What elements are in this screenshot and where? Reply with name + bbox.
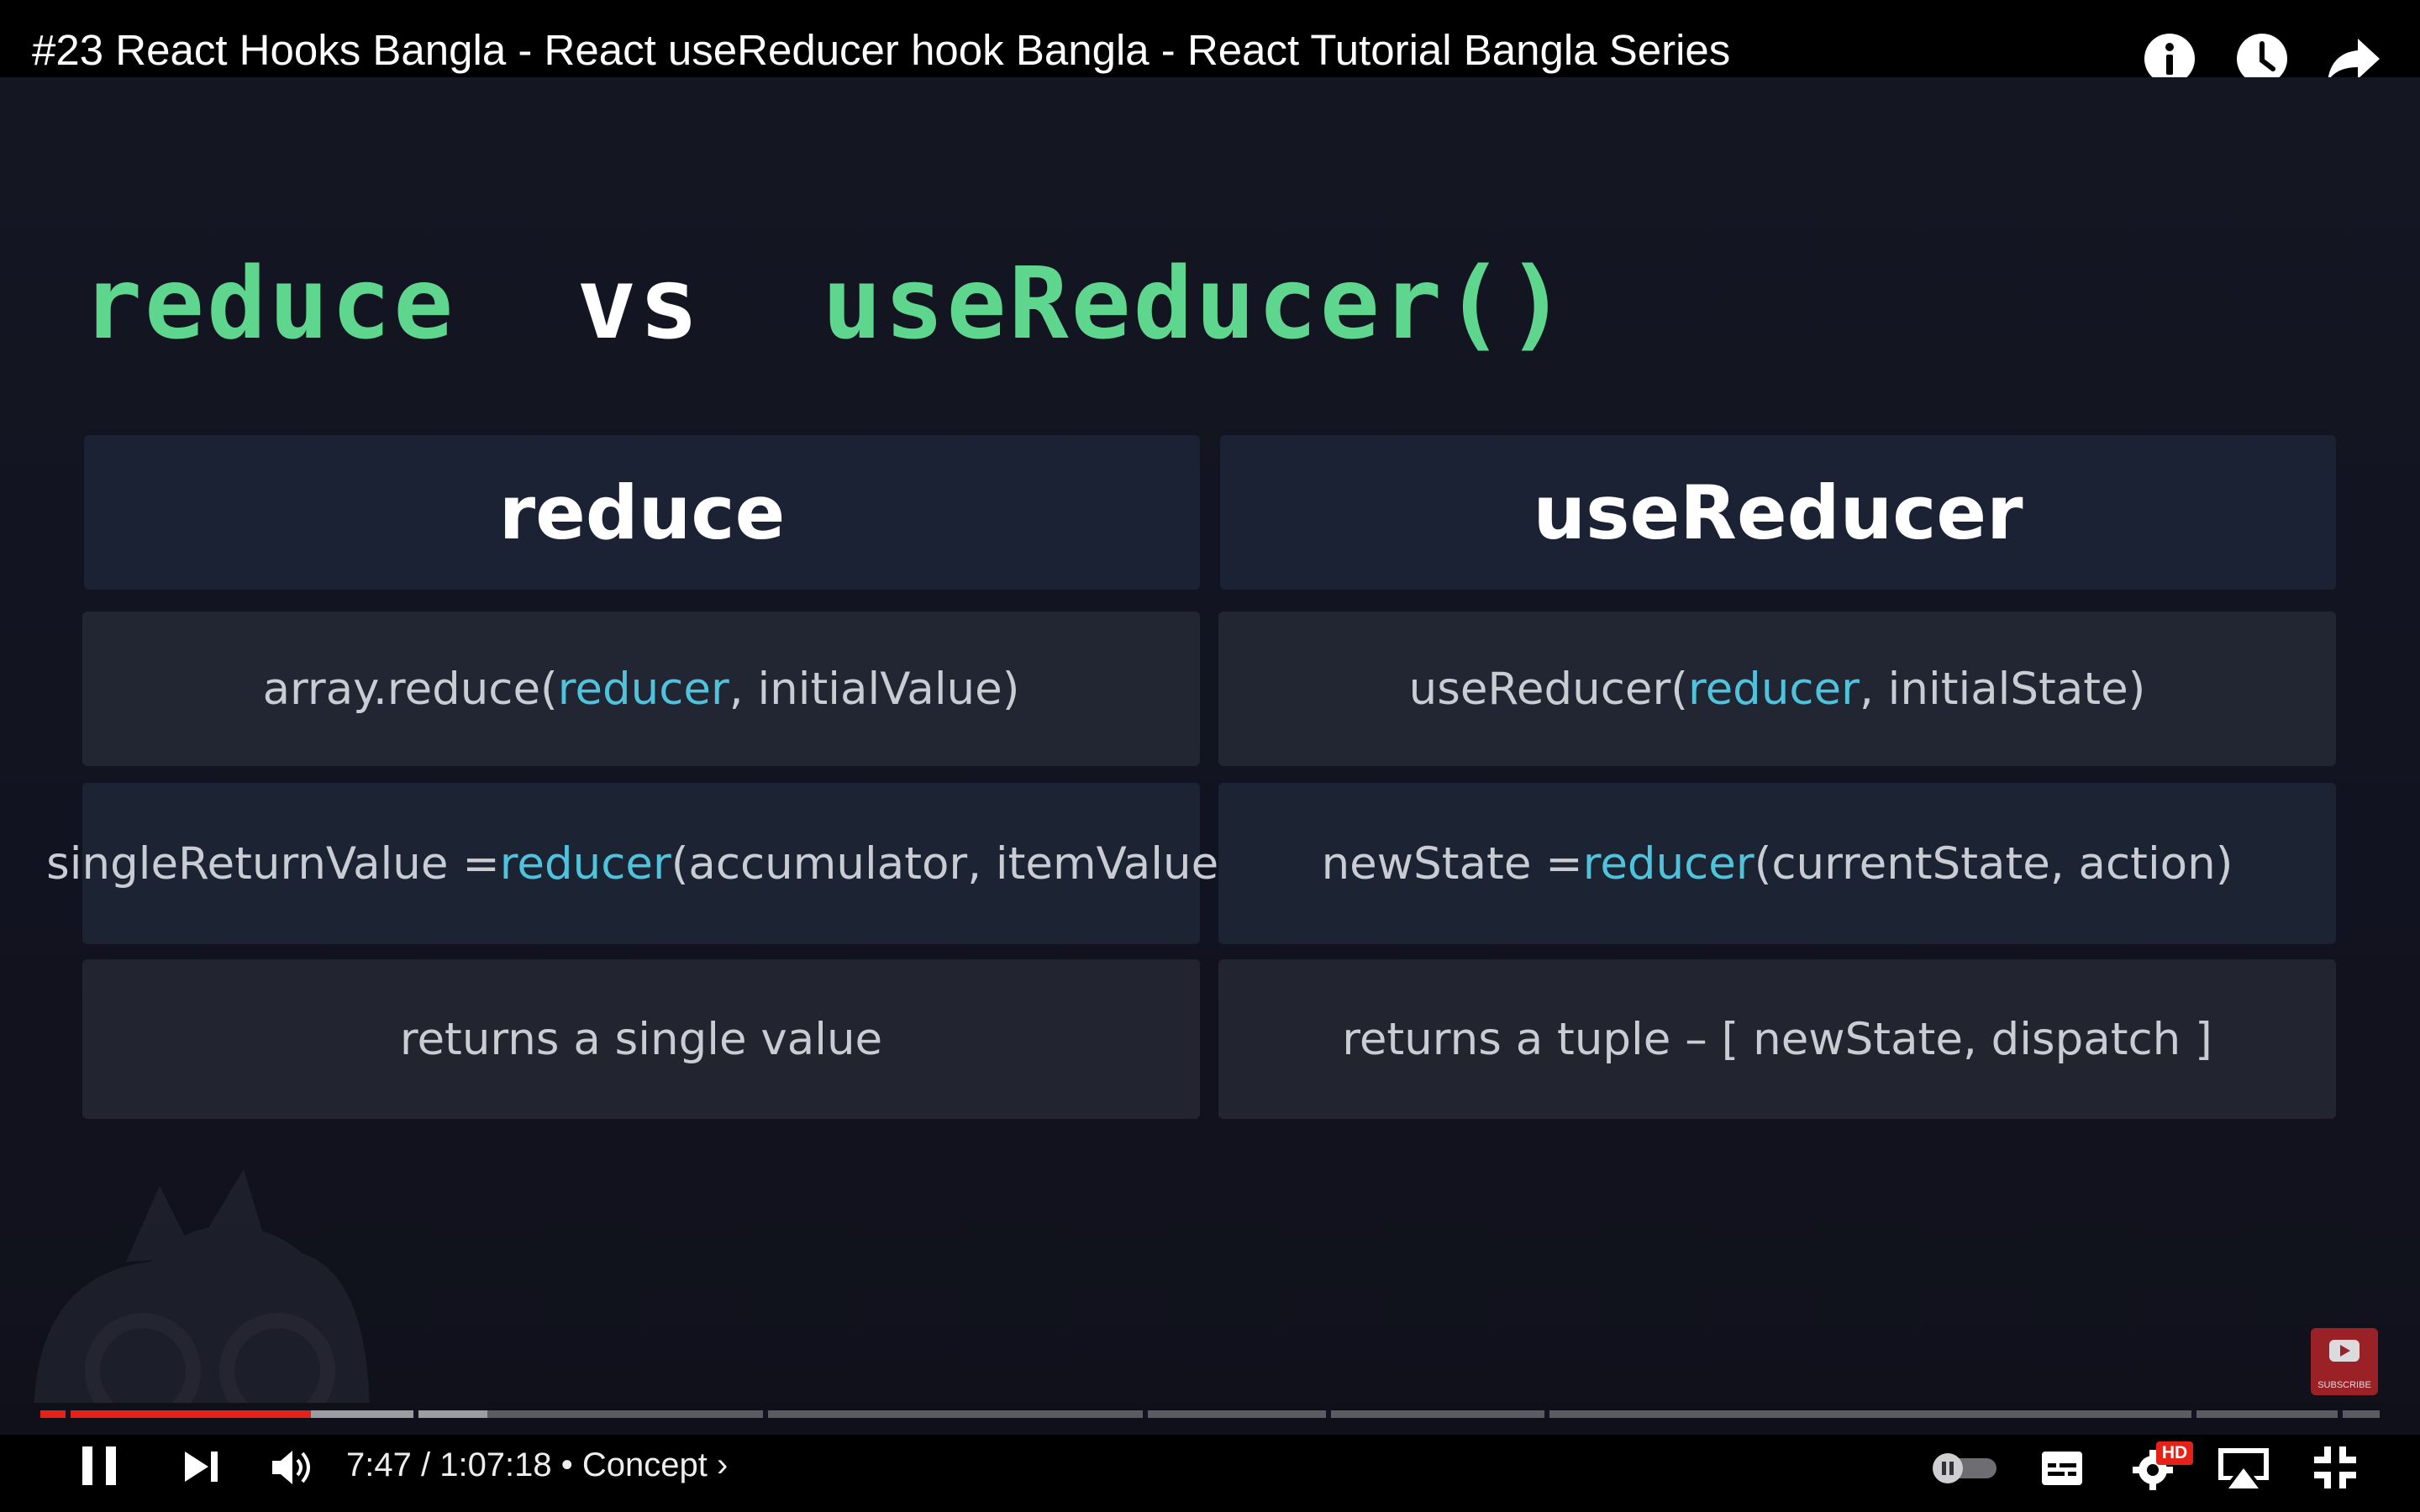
subscribe-label: SUBSCRIBE — [2317, 1380, 2371, 1390]
cell-text: useReducer( — [1408, 663, 1688, 715]
next-icon[interactable] — [183, 1450, 220, 1483]
subscribe-button[interactable]: SUBSCRIBE — [2311, 1328, 2378, 1395]
usereducer-returns-cell: returns a tuple – [ newState, dispatch ] — [1218, 959, 2336, 1119]
column-header-reduce: reduce — [84, 435, 1200, 590]
chapter-marker — [1326, 1410, 1331, 1418]
settings-button[interactable]: HD — [2131, 1441, 2193, 1492]
cell-text: array.reduce( — [262, 663, 558, 715]
video-title[interactable]: #23 React Hooks Bangla - React useReduce… — [32, 25, 1730, 75]
chevron-right-icon: › — [717, 1446, 729, 1483]
captions-icon[interactable] — [2040, 1450, 2084, 1487]
volume-icon[interactable] — [271, 1448, 316, 1487]
usereducer-reducer-cell: newState = reducer (currentState, action) — [1218, 783, 2336, 944]
cell-keyword: reducer — [557, 663, 729, 715]
reduce-returns-cell: returns a single value — [82, 959, 1200, 1119]
exit-fullscreen-icon[interactable] — [2312, 1445, 2358, 1490]
slide-heading: reduce vs useReducer() — [82, 245, 1569, 361]
heading-vs: vs — [576, 245, 702, 361]
chapter-button[interactable]: Concept › — [582, 1446, 728, 1483]
usereducer-syntax-cell: useReducer(reducer, initialState) — [1218, 612, 2336, 766]
cell-text: (accumulator, itemValue) — [671, 837, 1236, 890]
airplay-icon[interactable] — [2215, 1445, 2272, 1492]
cell-text: returns a single value — [399, 1013, 883, 1065]
pause-icon[interactable] — [81, 1445, 119, 1487]
cell-text: singleReturnValue = — [46, 837, 500, 890]
chapter-title: Concept — [581, 1446, 708, 1483]
chapter-marker — [1143, 1410, 1148, 1418]
heading-reduce: reduce — [82, 245, 456, 361]
reduce-reducer-cell: singleReturnValue = reducer (accumulator,… — [46, 783, 1236, 944]
hd-badge: HD — [2156, 1441, 2193, 1465]
cell-keyword: reducer — [1582, 837, 1754, 890]
cell-keyword: reducer — [499, 837, 671, 890]
cell-text: , initialValue) — [729, 663, 1020, 715]
mascot-watermark — [34, 1169, 370, 1403]
progress-bar[interactable] — [40, 1410, 2380, 1418]
chapter-marker — [66, 1410, 71, 1418]
chapter-marker — [2338, 1410, 2343, 1418]
chapter-marker — [2191, 1410, 2196, 1418]
column-header-usereducer: useReducer — [1220, 435, 2336, 590]
chapter-marker — [1544, 1410, 1549, 1418]
autoplay-toggle[interactable] — [1931, 1452, 2000, 1485]
cell-text: newState = — [1321, 837, 1583, 890]
video-title-bar: #23 React Hooks Bangla - React useReduce… — [0, 0, 2420, 84]
chapter-marker — [413, 1410, 418, 1418]
reduce-syntax-cell: array.reduce(reducer, initialValue) — [82, 612, 1200, 766]
youtube-play-icon — [2329, 1340, 2360, 1362]
current-time: 7:47 — [346, 1446, 412, 1483]
chapter-dot: • — [551, 1446, 582, 1483]
cell-text: (currentState, action) — [1754, 837, 2233, 890]
heading-usereducer: useReducer() — [822, 245, 1569, 361]
cell-keyword: reducer — [1687, 663, 1860, 715]
time-display: 7:47 / 1:07:18 • Concept › — [346, 1446, 728, 1484]
video-frame[interactable]: reduce vs useReducer() reduce useReducer… — [0, 77, 2420, 1403]
cell-text: , initialState) — [1859, 663, 2146, 715]
duration: 1:07:18 — [439, 1446, 552, 1483]
cell-text: returns a tuple – [ newState, dispatch ] — [1342, 1013, 2212, 1065]
progress-played — [40, 1410, 311, 1418]
time-separator: / — [411, 1446, 440, 1483]
chapter-marker — [763, 1410, 768, 1418]
